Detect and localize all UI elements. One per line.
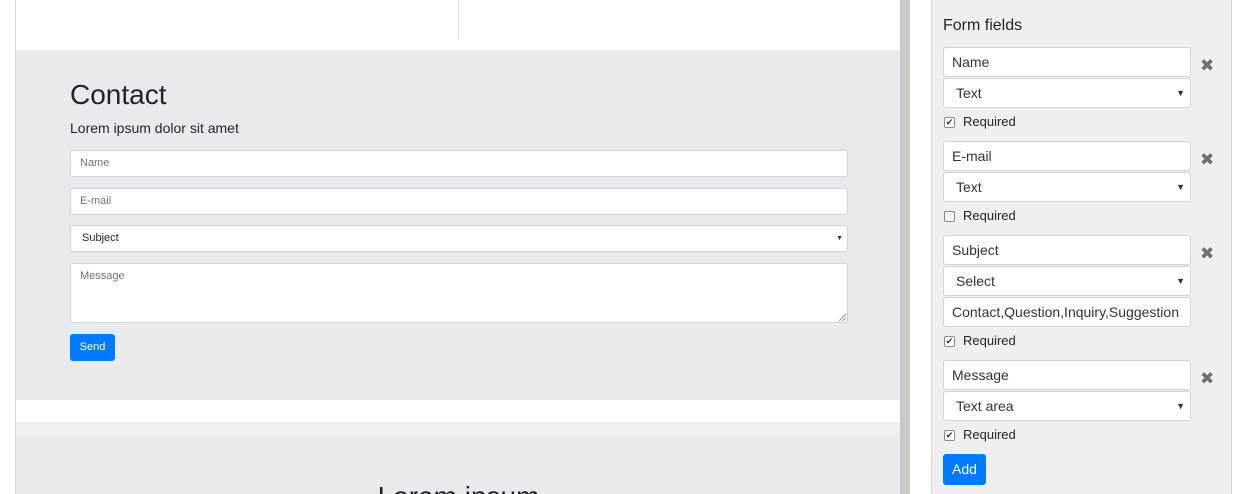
caret-down-icon: ▼ — [1176, 401, 1185, 411]
preview-name-input[interactable]: Name — [70, 150, 848, 177]
checkmark-icon: ✔ — [945, 336, 954, 346]
required-label: Required — [963, 208, 1016, 223]
name-placeholder: Name — [80, 157, 110, 169]
field-type-select[interactable]: Text ▼ — [943, 172, 1191, 202]
contact-subtitle: Lorem ipsum dolor sit amet — [70, 120, 239, 136]
caret-down-icon: ▼ — [1176, 182, 1185, 192]
pane-splitter[interactable] — [900, 0, 910, 494]
message-placeholder: Message — [80, 270, 125, 282]
editor-gutter — [910, 0, 932, 494]
page-preview: Contact Lorem ipsum dolor sit amet Name … — [0, 0, 900, 494]
field-type-select[interactable]: Text ▼ — [943, 78, 1191, 108]
field-type-select[interactable]: Select ▼ — [943, 266, 1191, 296]
required-checkbox[interactable]: ✔ — [944, 430, 955, 441]
window-edge — [1232, 0, 1236, 494]
field-type-value: Text — [956, 85, 982, 101]
resize-grip-icon[interactable] — [839, 314, 846, 321]
send-button[interactable]: Send — [70, 334, 115, 361]
field-type-select[interactable]: Text area ▼ — [943, 391, 1191, 421]
close-icon[interactable]: ✖ — [1200, 151, 1214, 168]
caret-down-icon: ▼ — [1176, 276, 1185, 286]
field-label-input[interactable]: Name — [943, 47, 1191, 77]
close-icon[interactable]: ✖ — [1200, 370, 1214, 387]
required-checkbox[interactable]: ✔ — [944, 336, 955, 347]
next-section: Lorem ipsum — [16, 436, 900, 494]
close-icon[interactable]: ✖ — [1200, 57, 1214, 74]
caret-down-icon: ▼ — [836, 235, 843, 242]
next-section-title: Lorem ipsum — [16, 480, 900, 494]
field-label-input[interactable]: Subject — [943, 235, 1191, 265]
checkmark-icon: ✔ — [945, 117, 954, 127]
section-gap — [16, 400, 900, 422]
preview-frame: Contact Lorem ipsum dolor sit amet Name … — [15, 0, 900, 494]
subject-selected-value: Subject — [82, 232, 119, 244]
required-label: Required — [963, 333, 1016, 348]
required-checkbox[interactable]: ✔ — [944, 117, 955, 128]
field-options-input[interactable]: Contact,Question,Inquiry,Suggestion — [943, 297, 1191, 327]
preview-message-textarea[interactable]: Message — [70, 263, 848, 323]
close-icon[interactable]: ✖ — [1200, 245, 1214, 262]
form-fields-editor: Form fields Name ✖ Text ▼ ✔ Required E-m… — [932, 0, 1232, 494]
caret-down-icon: ▼ — [1176, 88, 1185, 98]
field-label-input[interactable]: E-mail — [943, 141, 1191, 171]
required-label: Required — [963, 427, 1016, 442]
field-type-value: Select — [956, 273, 995, 289]
preview-subject-select[interactable]: Subject ▼ — [70, 225, 848, 252]
preview-email-input[interactable]: E-mail — [70, 188, 848, 215]
contact-section: Contact Lorem ipsum dolor sit amet Name … — [16, 50, 900, 400]
checkmark-icon: ✔ — [945, 430, 954, 440]
contact-title: Contact — [70, 79, 167, 110]
required-checkbox[interactable] — [944, 211, 955, 222]
column-divider — [458, 0, 459, 39]
required-label: Required — [963, 114, 1016, 129]
add-field-button[interactable]: Add — [943, 454, 986, 485]
field-label-input[interactable]: Message — [943, 360, 1191, 390]
previous-section — [16, 0, 900, 50]
email-placeholder: E-mail — [80, 195, 112, 207]
field-type-value: Text area — [956, 398, 1014, 414]
section-separator — [16, 422, 900, 436]
field-type-value: Text — [956, 179, 982, 195]
editor-title: Form fields — [943, 17, 1023, 34]
